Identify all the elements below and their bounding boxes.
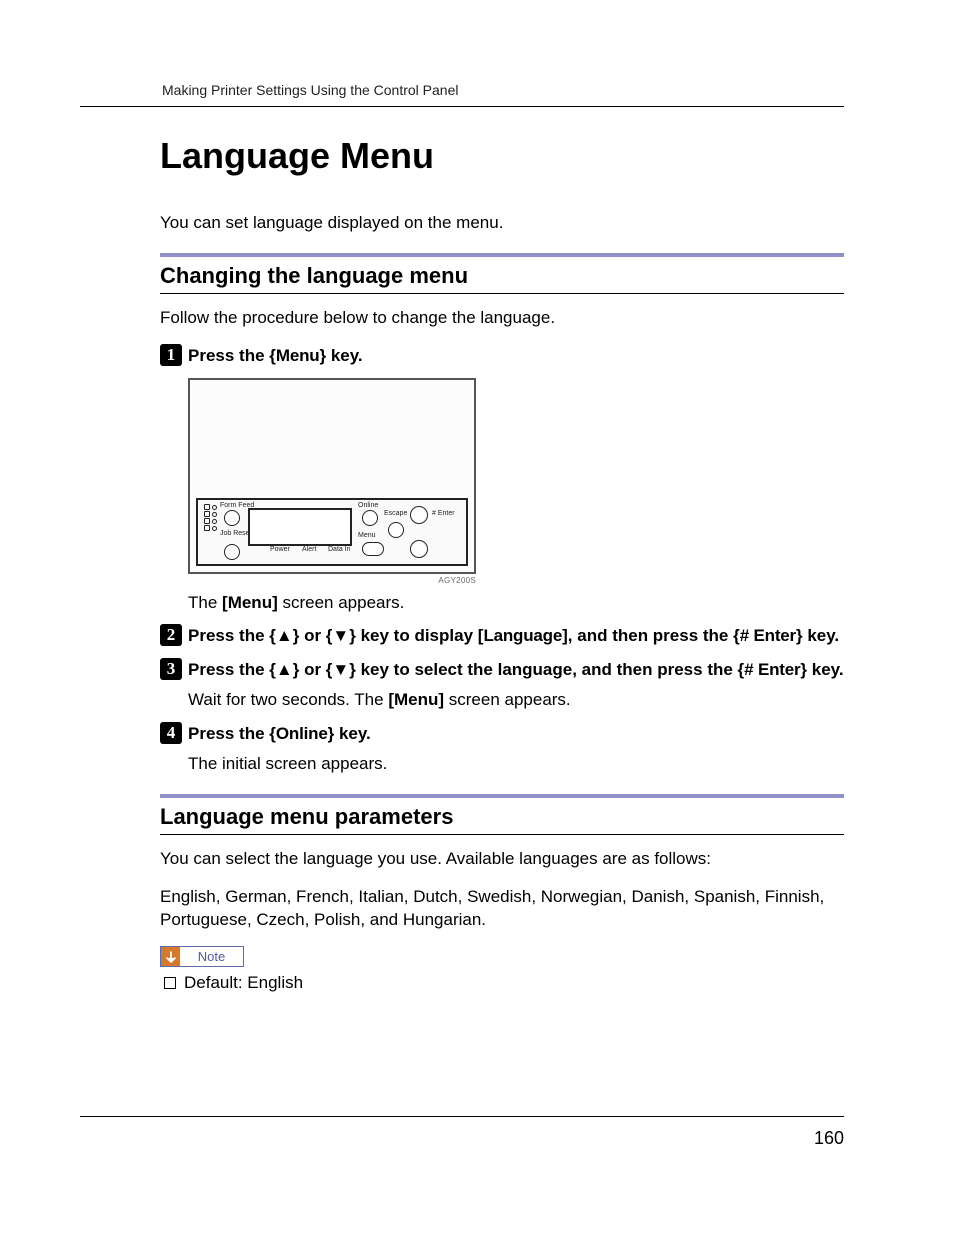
section-rule xyxy=(160,253,844,257)
section-rule xyxy=(160,794,844,798)
params-p2: English, German, French, Italian, Dutch,… xyxy=(160,885,844,933)
up-button xyxy=(410,506,428,524)
text: key. xyxy=(326,346,363,365)
params-p1: You can select the language you use. Ava… xyxy=(160,847,844,871)
form-feed-button xyxy=(224,510,240,526)
label-power: Power xyxy=(270,546,290,553)
step-number-icon: 1 xyxy=(160,344,182,366)
footer-rule xyxy=(80,1116,844,1117)
label-job-reset: Job Reset xyxy=(220,530,252,537)
running-head: Making Printer Settings Using the Contro… xyxy=(162,82,844,100)
bracket: { xyxy=(269,660,276,679)
up-arrow-icon: ▲ xyxy=(276,660,293,679)
key-label: Language xyxy=(483,626,562,645)
step-4-text: Press the {Online} key. xyxy=(188,723,371,746)
key-label: # Enter xyxy=(744,660,800,679)
text: Press the xyxy=(188,346,269,365)
menu-button xyxy=(362,542,384,556)
section1-lead: Follow the procedure below to change the… xyxy=(160,306,844,330)
step-number-icon: 4 xyxy=(160,722,182,744)
label-escape: Escape xyxy=(384,510,407,517)
key-label: Online xyxy=(276,724,328,743)
note-label: Note xyxy=(180,947,243,966)
section-underline xyxy=(160,834,844,835)
bracket: } xyxy=(349,660,356,679)
bracket: { xyxy=(733,626,740,645)
text: key. xyxy=(803,626,840,645)
step-1: 1 Press the {Menu} key. xyxy=(160,344,844,368)
default-bullet: Default: English xyxy=(164,973,844,993)
figure-caption: AGY200S xyxy=(188,576,476,585)
text: key. xyxy=(807,660,844,679)
escape-button xyxy=(388,522,404,538)
step-1-text: Press the {Menu} key. xyxy=(188,345,363,368)
page-title: Language Menu xyxy=(160,135,844,177)
down-arrow-icon: ▼ xyxy=(332,626,349,645)
label-alert: Alert xyxy=(302,546,316,553)
status-icons xyxy=(204,504,220,532)
bracket: } xyxy=(796,626,803,645)
panel-inner: Form Feed Job Reset Power Alert Data In … xyxy=(196,498,468,566)
label-data-in: Data In xyxy=(328,546,351,553)
step-number-icon: 3 xyxy=(160,658,182,680)
step-3-followup: Wait for two seconds. The [Menu] screen … xyxy=(188,688,844,712)
panel-frame: Form Feed Job Reset Power Alert Data In … xyxy=(188,378,476,574)
down-button xyxy=(410,540,428,558)
bracket: { xyxy=(269,724,276,743)
bracket: { xyxy=(269,626,276,645)
step-3-text: Press the {▲} or {▼} key to select the l… xyxy=(188,659,844,682)
step-4: 4 Press the {Online} key. xyxy=(160,722,844,746)
header-rule xyxy=(80,106,844,107)
online-button xyxy=(362,510,378,526)
label-online: Online xyxy=(358,502,378,509)
section-heading-parameters: Language menu parameters xyxy=(160,804,844,830)
section-underline xyxy=(160,293,844,294)
text: key. xyxy=(334,724,371,743)
intro-text: You can set language displayed on the me… xyxy=(160,211,844,235)
label-menu: Menu xyxy=(358,532,376,539)
square-bullet-icon xyxy=(164,977,176,989)
step-4-followup: The initial screen appears. xyxy=(188,752,844,776)
note-badge: Note xyxy=(160,946,244,967)
step-3: 3 Press the {▲} or {▼} key to select the… xyxy=(160,658,844,682)
default-text: Default: English xyxy=(184,973,303,993)
note-arrow-icon xyxy=(161,947,180,966)
up-arrow-icon: ▲ xyxy=(276,626,293,645)
text: key to display xyxy=(356,626,478,645)
text: key to select the language, and then pre… xyxy=(356,660,738,679)
page-number: 160 xyxy=(814,1128,844,1149)
key-label: # Enter xyxy=(740,626,796,645)
bracket: } xyxy=(349,626,356,645)
step-1-followup: The [Menu] screen appears. xyxy=(188,591,844,615)
text: Press the xyxy=(188,724,269,743)
step-2-text: Press the {▲} or {▼} key to display [Lan… xyxy=(188,625,839,648)
step-2: 2 Press the {▲} or {▼} key to display [L… xyxy=(160,624,844,648)
text: , and then press the xyxy=(568,626,733,645)
bracket: { xyxy=(269,346,276,365)
text: or xyxy=(299,660,325,679)
text: Press the xyxy=(188,660,269,679)
lcd-display xyxy=(248,508,352,546)
step-number-icon: 2 xyxy=(160,624,182,646)
job-reset-button xyxy=(224,544,240,560)
label-enter: # Enter xyxy=(432,510,455,517)
text: or xyxy=(299,626,325,645)
section-heading-changing: Changing the language menu xyxy=(160,263,844,289)
control-panel-figure: Form Feed Job Reset Power Alert Data In … xyxy=(188,378,844,585)
key-label: Menu xyxy=(276,346,320,365)
text: Press the xyxy=(188,626,269,645)
down-arrow-icon: ▼ xyxy=(332,660,349,679)
